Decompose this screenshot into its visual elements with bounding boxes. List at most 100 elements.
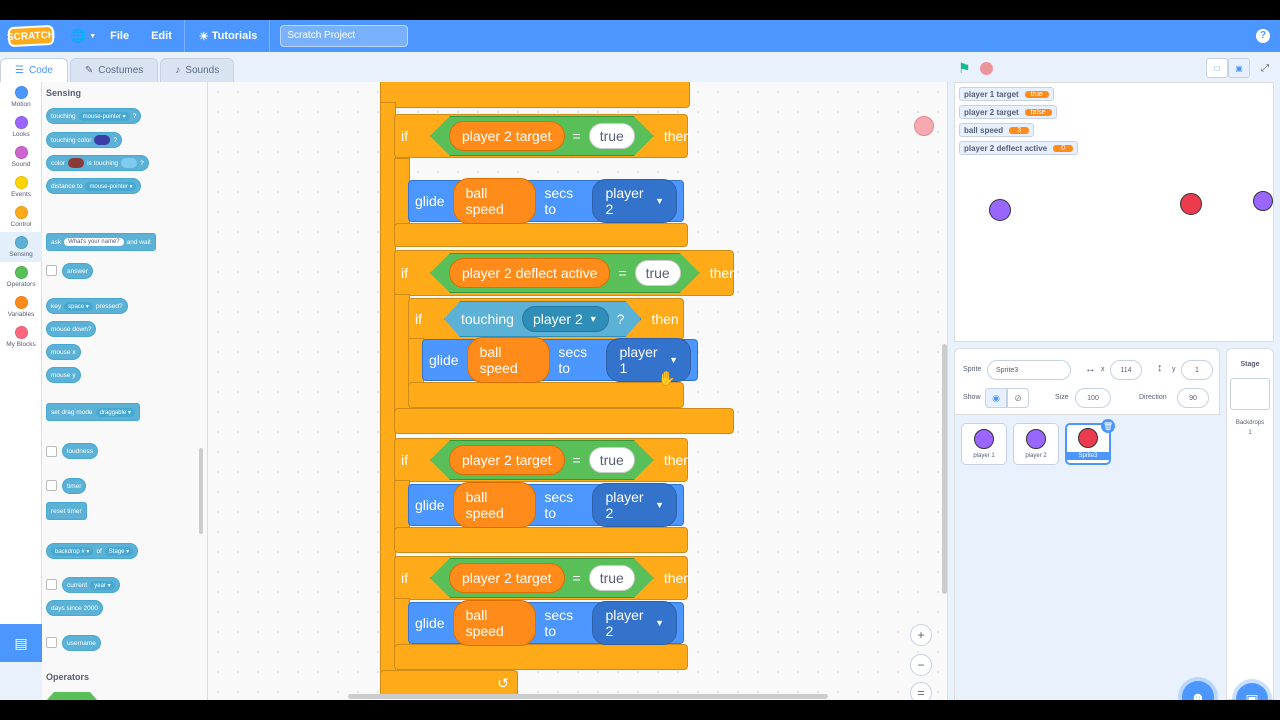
set-drag-mode-block[interactable]: set drag mode draggable ▾ (46, 403, 140, 421)
help-icon[interactable]: ? (1256, 29, 1270, 43)
sprite-thumb-sprite3[interactable]: Sprite3 🗑 (1065, 419, 1115, 465)
touching-color-block[interactable]: touching color ? (46, 132, 123, 148)
and-block[interactable] (46, 692, 98, 700)
equals-condition[interactable]: player 2 target = true (430, 558, 654, 598)
object-dropdown[interactable]: mouse-pointer ▾ (78, 111, 130, 121)
target-dropdown[interactable]: Stage ▾ (104, 546, 134, 556)
code-workspace[interactable]: if player 2 target = true then glide bal… (208, 82, 948, 700)
monitor-ball-speed[interactable]: ball speed 3 (959, 123, 1035, 137)
category-my-blocks[interactable]: My Blocks (0, 322, 42, 352)
stop-icon[interactable] (980, 62, 993, 75)
top-block-stub[interactable] (380, 82, 690, 108)
true-literal[interactable]: true (635, 260, 681, 286)
green-flag-icon[interactable]: ⚑ (958, 60, 971, 77)
monitor-player1-target[interactable]: player 1 target true (959, 87, 1054, 101)
sprite-player1[interactable] (989, 199, 1011, 221)
color-swatch[interactable] (68, 158, 85, 168)
color-swatch[interactable] (121, 158, 138, 168)
username-block[interactable]: username (62, 635, 101, 651)
sprite-sprite3[interactable] (1180, 193, 1202, 215)
y-input[interactable]: 1 (1181, 360, 1213, 380)
answer-checkbox[interactable] (46, 265, 57, 276)
ask-and-wait-block[interactable]: ask What's your name? and wait (46, 233, 156, 251)
true-literal[interactable]: true (589, 447, 635, 473)
palette-scrollbar[interactable] (199, 448, 203, 534)
color-is-touching-block[interactable]: color is touching ? (46, 155, 149, 171)
size-input[interactable]: 100 (1075, 388, 1111, 408)
touching-target-dropdown[interactable]: player 2 ▼ (522, 306, 609, 332)
tutorials-button[interactable]: ☀ Tutorials (199, 30, 258, 43)
workspace-horizontal-scrollbar[interactable] (348, 694, 828, 699)
true-literal[interactable]: true (589, 123, 635, 149)
direction-input[interactable]: 90 (1177, 388, 1209, 408)
target-dropdown[interactable]: player 1 ▼ (606, 338, 691, 382)
equals-condition[interactable]: player 2 target = true (430, 440, 654, 480)
delete-sprite-button[interactable]: 🗑 (1101, 419, 1115, 433)
question-input[interactable]: What's your name? (64, 238, 124, 246)
attribute-dropdown[interactable]: backdrop # ▾ (51, 546, 94, 556)
fullscreen-button[interactable]: ⤢ (1254, 58, 1276, 78)
glide-block-3[interactable]: glide ball speed secs to player 2 ▼ (408, 482, 684, 528)
touching-block[interactable]: touching mouse-pointer ▾ ? (46, 108, 142, 124)
show-hidden-button[interactable]: ⊘ (1007, 388, 1029, 408)
scratch-logo[interactable]: SCRATCH (7, 24, 55, 48)
touching-condition[interactable]: touching player 2 ▼ ? (444, 301, 641, 337)
player2-target-variable[interactable]: player 2 target (449, 121, 565, 151)
small-stage-button[interactable]: □ (1206, 58, 1228, 78)
time-dropdown[interactable]: year ▾ (90, 580, 115, 590)
ball-speed-variable[interactable]: ball speed (452, 600, 537, 646)
days-since-2000-block[interactable]: days since 2000 (46, 600, 103, 616)
stage-canvas[interactable]: player 1 target true player 2 target false… (954, 82, 1274, 342)
glide-block-nested[interactable]: glide ball speed secs to player 1 ▼ (422, 337, 698, 383)
tab-sounds[interactable]: ♪ Sounds (160, 58, 235, 82)
mouse-y-block[interactable]: mouse y (46, 367, 81, 383)
ball-speed-variable[interactable]: ball speed (452, 178, 537, 224)
backdrop-of-block[interactable]: backdrop # ▾ of Stage ▾ (46, 543, 139, 559)
zoom-out-button[interactable]: − (910, 654, 932, 676)
current-year-block[interactable]: current year ▾ (62, 577, 120, 593)
monitor-player2-target[interactable]: player 2 target false (959, 105, 1057, 119)
loudness-checkbox[interactable] (46, 446, 57, 457)
sprite-thumb-player1[interactable]: player 1 (961, 423, 1007, 465)
language-menu[interactable]: 🌐 ▼ (70, 28, 96, 44)
choose-sprite-button[interactable]: ☻ (1182, 681, 1214, 700)
current-checkbox[interactable] (46, 579, 57, 590)
stage-target-pane[interactable]: Stage Backdrops 1 ▣ (1226, 348, 1274, 700)
choose-backdrop-button[interactable]: ▣ (1236, 683, 1268, 700)
add-extension-button[interactable]: ▤ (0, 624, 42, 662)
zoom-in-button[interactable]: + (910, 624, 932, 646)
normal-stage-button[interactable]: ▣ (1228, 58, 1250, 78)
category-control[interactable]: Control (0, 202, 42, 232)
category-motion[interactable]: Motion (0, 82, 42, 112)
workspace-vertical-scrollbar[interactable] (942, 344, 947, 594)
ball-speed-variable[interactable]: ball speed (466, 337, 551, 383)
tab-costumes[interactable]: ✎ Costumes (69, 58, 159, 82)
zoom-reset-button[interactable]: = (910, 682, 932, 700)
mouse-x-block[interactable]: mouse x (46, 344, 81, 360)
x-input[interactable]: 114 (1110, 360, 1142, 380)
file-menu[interactable]: File (110, 30, 129, 42)
sprite-name-input[interactable]: Sprite3 (987, 360, 1071, 380)
edit-menu[interactable]: Edit (151, 30, 172, 42)
equals-condition[interactable]: player 2 deflect active = true (430, 253, 700, 293)
player2-target-variable[interactable]: player 2 target (449, 563, 565, 593)
sprite-player2[interactable] (1253, 191, 1273, 211)
sprite-thumb-player2[interactable]: player 2 (1013, 423, 1059, 465)
reset-timer-block[interactable]: reset timer (46, 502, 87, 520)
loudness-block[interactable]: loudness (62, 443, 99, 459)
stage-thumbnail[interactable] (1230, 378, 1270, 410)
target-dropdown[interactable]: player 2 ▼ (592, 601, 677, 645)
tab-code[interactable]: ☰ Code (0, 58, 68, 82)
object-dropdown[interactable]: mouse-pointer ▾ (85, 181, 137, 191)
answer-block[interactable]: answer (62, 263, 93, 279)
drag-mode-dropdown[interactable]: draggable ▾ (95, 407, 135, 417)
project-title-input[interactable]: Scratch Project (280, 25, 409, 47)
distance-to-block[interactable]: distance to mouse-pointer ▾ (46, 178, 142, 194)
player2-deflect-active-variable[interactable]: player 2 deflect active (449, 258, 610, 288)
category-variables[interactable]: Variables (0, 292, 42, 322)
category-events[interactable]: Events (0, 172, 42, 202)
target-dropdown[interactable]: player 2 ▼ (592, 179, 677, 223)
key-pressed-block[interactable]: key space ▾ pressed? (46, 298, 128, 314)
color-swatch[interactable] (94, 135, 111, 145)
show-visible-button[interactable]: ◉ (985, 388, 1007, 408)
